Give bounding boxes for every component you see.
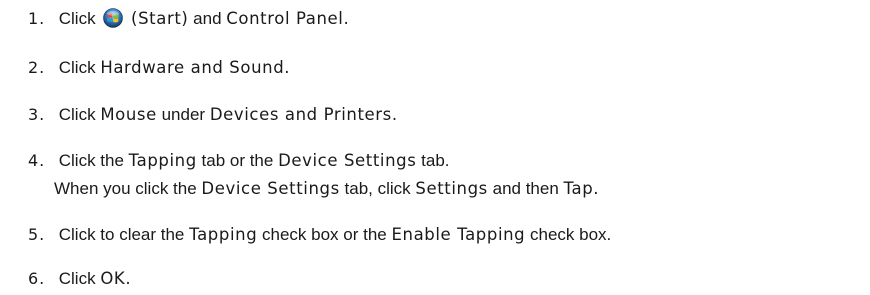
step-4-note: When you click the Device Settings tab, … — [54, 178, 599, 200]
ui-label: Hardware and Sound. — [100, 58, 291, 77]
step-text: Click to clear the — [58, 225, 185, 244]
ui-label: Tapping — [128, 151, 197, 170]
step-6: 6. Click OK. — [28, 268, 131, 290]
ui-label: Device Settings — [201, 179, 340, 198]
step-text: check box. — [530, 225, 612, 244]
step-number: 4. — [28, 151, 46, 170]
step-4: 4. Click the Tapping tab or the Device S… — [28, 150, 450, 172]
ui-label: Devices and Printers. — [209, 105, 398, 124]
ui-label: Device Settings — [278, 151, 417, 170]
step-number: 2. — [28, 58, 46, 77]
step-text: Click the — [58, 151, 124, 170]
step-number: 1. — [28, 9, 46, 28]
step-1: 1. Click (Start) and Control Panel. — [28, 8, 349, 30]
step-3: 3. Click Mouse under Devices and Printer… — [28, 104, 398, 126]
step-text: tab, click — [344, 179, 411, 198]
ui-label: Mouse — [100, 105, 157, 124]
step-number: 6. — [28, 269, 46, 288]
ui-label: Enable Tapping — [391, 225, 526, 244]
windows-start-orb-icon — [103, 8, 124, 28]
step-text: check box or the — [262, 225, 387, 244]
step-text: tab. — [421, 151, 450, 170]
ui-label: Tap. — [563, 179, 600, 198]
step-text: Click — [58, 269, 96, 288]
step-number: 3. — [28, 105, 46, 124]
step-text: Click — [58, 9, 96, 28]
step-text: tab or the — [201, 151, 274, 170]
step-5: 5. Click to clear the Tapping check box … — [28, 224, 611, 246]
ui-label: Control Panel. — [226, 9, 350, 28]
step-text: and then — [492, 179, 559, 198]
step-text: under — [161, 105, 206, 124]
step-text: and — [193, 9, 222, 28]
ui-label: (Start) — [131, 9, 189, 28]
ui-label: Settings — [415, 179, 488, 198]
step-number: 5. — [28, 225, 46, 244]
step-text: When you click the — [54, 179, 197, 198]
step-text: Click — [58, 58, 96, 77]
ui-label: Tapping — [189, 225, 258, 244]
ui-label: OK. — [100, 269, 132, 288]
step-text: Click — [58, 105, 96, 124]
step-2: 2. Click Hardware and Sound. — [28, 57, 290, 79]
